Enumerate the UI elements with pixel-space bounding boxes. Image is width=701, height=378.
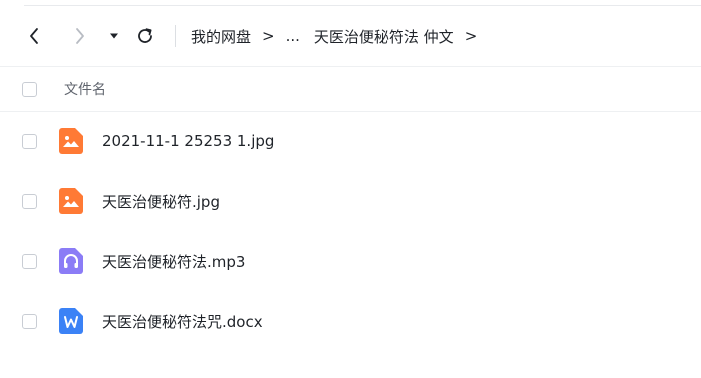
chevron-right-icon xyxy=(76,28,84,44)
file-name[interactable]: 天医治便秘符法咒.docx xyxy=(102,311,263,332)
back-button[interactable] xyxy=(20,14,48,58)
breadcrumb-separator: > xyxy=(262,27,275,45)
row-checkbox[interactable] xyxy=(22,133,37,149)
file-row[interactable]: 天医治便秘符法咒.docx xyxy=(0,291,701,351)
image-file-icon xyxy=(59,128,83,154)
file-row[interactable]: 天医治便秘符法.mp3 xyxy=(0,231,701,291)
chevron-left-icon xyxy=(30,28,38,44)
file-row[interactable]: 2021-11-1 25253 1.jpg xyxy=(0,111,701,171)
toolbar-divider xyxy=(175,25,176,47)
column-header-filename[interactable]: 文件名 xyxy=(64,79,106,99)
forward-button[interactable] xyxy=(66,14,94,58)
refresh-icon xyxy=(138,28,152,43)
table-header: 文件名 xyxy=(0,66,701,112)
file-name[interactable]: 天医治便秘符.jpg xyxy=(102,191,220,212)
caret-down-icon xyxy=(110,33,118,39)
history-dropdown-button[interactable] xyxy=(101,14,127,58)
top-divider xyxy=(24,5,701,6)
row-checkbox[interactable] xyxy=(22,193,37,209)
breadcrumb-current-folder[interactable]: 天医治便秘符法 仲文 xyxy=(314,26,454,47)
breadcrumb: 我的网盘 > ... 天医治便秘符法 仲文 > xyxy=(191,14,488,58)
image-file-icon xyxy=(59,188,83,214)
audio-file-icon xyxy=(59,248,83,274)
row-checkbox[interactable] xyxy=(22,313,37,329)
row-checkbox[interactable] xyxy=(22,253,37,269)
breadcrumb-separator[interactable]: > xyxy=(465,27,478,45)
breadcrumb-root[interactable]: 我的网盘 xyxy=(191,26,251,47)
word-file-icon xyxy=(59,308,83,334)
file-list: 2021-11-1 25253 1.jpg 天医治便秘符.jpg 天医治便秘符法… xyxy=(0,111,701,351)
toolbar: 我的网盘 > ... 天医治便秘符法 仲文 > xyxy=(0,14,701,58)
file-name[interactable]: 2021-11-1 25253 1.jpg xyxy=(102,132,274,150)
file-name[interactable]: 天医治便秘符法.mp3 xyxy=(102,251,245,272)
refresh-button[interactable] xyxy=(131,14,159,58)
breadcrumb-ellipsis[interactable]: ... xyxy=(286,27,300,45)
select-all-checkbox[interactable] xyxy=(22,81,37,97)
file-row[interactable]: 天医治便秘符.jpg xyxy=(0,171,701,231)
file-browser: 我的网盘 > ... 天医治便秘符法 仲文 > 文件名 2021-11-1 25… xyxy=(0,0,701,378)
